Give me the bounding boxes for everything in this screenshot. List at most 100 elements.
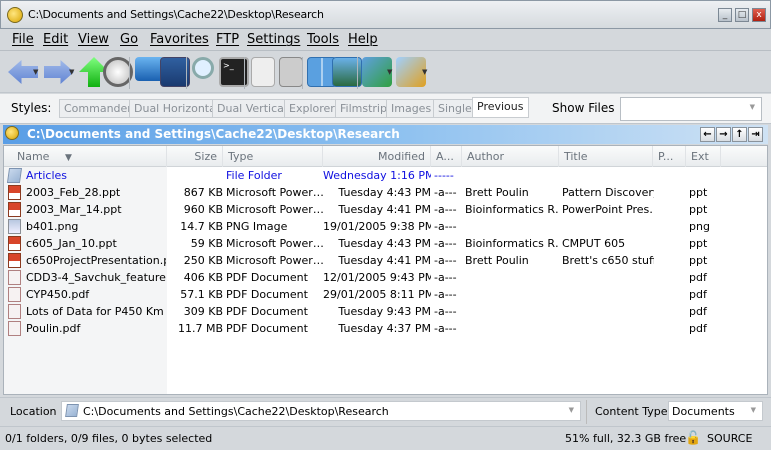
column-modified[interactable]: Modified (323, 146, 431, 167)
maximize-button[interactable]: □ (735, 8, 749, 22)
file-row[interactable]: Poulin.pdf 11.7 MB PDF Document Tuesday 4:3… (4, 320, 767, 337)
column-size[interactable]: Size (167, 146, 223, 167)
style-tab-dual-horizontal[interactable]: Dual Horizontal (129, 99, 224, 118)
status-bar: 0/1 folders, 0/9 files, 0 bytes selected… (0, 426, 771, 450)
column-header: Name ▼ Size Type Modified A... Author Ti… (4, 146, 767, 167)
chevron-down-icon[interactable]: ▼ (751, 406, 756, 414)
file-ext: png (689, 220, 710, 233)
tools-dropdown-icon[interactable]: ▼ (422, 68, 427, 76)
file-name: CYP450.pdf (26, 288, 90, 301)
file-row[interactable]: 2003_Mar_14.ppt 960 KB Microsoft Power… Tue… (4, 201, 767, 218)
file-row[interactable]: CYP450.pdf 57.1 KB PDF Document 29/01/2005 … (4, 286, 767, 303)
style-tab-dual-vertical[interactable]: Dual Vertical (212, 99, 292, 118)
style-tab-explorer[interactable]: Explorer (284, 99, 340, 118)
close-button[interactable]: x (752, 8, 766, 22)
file-size: 309 KB (183, 305, 223, 318)
column-attributes[interactable]: A... (431, 146, 462, 167)
folder-file-icon (6, 168, 23, 183)
file-type: Microsoft Power… (226, 186, 324, 199)
file-attr: -a--- (434, 322, 457, 335)
disk-status: 51% full, 32.3 GB free (565, 432, 687, 445)
file-ext: pdf (689, 271, 707, 284)
file-row[interactable]: Lots of Data for P450 Km … 309 KB PDF Docu… (4, 303, 767, 320)
column-ext[interactable]: Ext (686, 146, 721, 167)
drive-icon (5, 126, 19, 140)
file-author: Bioinformatics R… (465, 203, 559, 216)
file-title: Brett's c650 stuff (562, 254, 654, 267)
paste-icon[interactable] (279, 57, 303, 87)
file-type: Microsoft Power… (226, 237, 324, 250)
file-modified: Tuesday 4:41 PM (338, 203, 431, 216)
file-name: CDD3-4_Savchuk_feature… (26, 271, 166, 284)
sync-dropdown-icon[interactable]: ▼ (387, 68, 392, 76)
file-size: 14.7 KB (180, 220, 223, 233)
column-p[interactable]: P... (653, 146, 686, 167)
file-row[interactable]: b401.png 14.7 KB PNG Image 19/01/2005 9:38 … (4, 218, 767, 235)
file-name: Lots of Data for P450 Km … (26, 305, 166, 318)
show-files-input[interactable]: ▼ (620, 97, 762, 121)
menu-settings[interactable]: Settings (247, 32, 300, 47)
column-author[interactable]: Author (462, 146, 559, 167)
file-ext: ppt (689, 254, 708, 267)
ppt-file-icon (8, 253, 21, 268)
search-icon[interactable] (192, 57, 214, 79)
file-ext: pdf (689, 322, 707, 335)
file-modified: Tuesday 4:43 PM (338, 186, 431, 199)
file-modified: 29/01/2005 8:11 PM (323, 288, 431, 301)
content-type-select[interactable]: Documents ▼ (668, 401, 763, 421)
png-file-icon (8, 219, 21, 234)
file-row[interactable]: CDD3-4_Savchuk_feature… 406 KB PDF Documen… (4, 269, 767, 286)
column-title[interactable]: Title (559, 146, 653, 167)
menu-go[interactable]: Go (120, 32, 138, 47)
location-input[interactable]: C:\Documents and Settings\Cache22\Deskto… (61, 401, 581, 421)
file-row[interactable]: Articles File Folder Wednesday 1:16 PM ----… (4, 167, 767, 184)
back-dropdown-icon[interactable]: ▼ (33, 68, 38, 76)
menu-tools[interactable]: Tools (307, 32, 339, 47)
file-list[interactable]: Name ▼ Size Type Modified A... Author Ti… (3, 145, 768, 395)
file-title: PowerPoint Pres… (562, 203, 654, 216)
menu-favorites[interactable]: Favorites (150, 32, 209, 47)
styles-label: Styles: (11, 101, 52, 115)
file-ext: ppt (689, 237, 708, 250)
style-tab-images[interactable]: Images (386, 99, 437, 118)
file-row[interactable]: c650ProjectPresentation.ppt 250 KB Microso… (4, 252, 767, 269)
chevron-down-icon[interactable]: ▼ (750, 103, 755, 111)
lock-icon: 🔓 (685, 431, 702, 446)
file-attr: -a--- (434, 237, 457, 250)
forward-dropdown-icon[interactable]: ▼ (69, 68, 74, 76)
copy-icon[interactable] (251, 57, 275, 87)
chevron-down-icon[interactable]: ▼ (569, 406, 574, 414)
nav-end-button[interactable]: ⇥ (748, 127, 763, 142)
file-ext: ppt (689, 186, 708, 199)
ppt-file-icon (8, 185, 21, 200)
menu-ftp[interactable]: FTP (216, 32, 239, 47)
menu-edit[interactable]: Edit (43, 32, 68, 47)
nav-back-button[interactable]: ← (700, 127, 715, 142)
file-ext: ppt (689, 203, 708, 216)
style-tab-filmstrip[interactable]: Filmstrip (335, 99, 392, 118)
column-name[interactable]: Name ▼ (4, 146, 167, 167)
file-name: c605_Jan_10.ppt (26, 237, 117, 250)
file-author: Bioinformatics R… (465, 237, 559, 250)
file-size: 11.7 MB (177, 322, 223, 335)
file-row[interactable]: 2003_Feb_28.ppt 867 KB Microsoft Power… Tue… (4, 184, 767, 201)
nav-forward-button[interactable]: → (716, 127, 731, 142)
file-type: File Folder (226, 169, 282, 182)
nav-up-button[interactable]: ↑ (732, 127, 747, 142)
title-bar: C:\Documents and Settings\Cache22\Deskto… (0, 0, 771, 29)
menu-help[interactable]: Help (348, 32, 378, 47)
style-tab-commander[interactable]: Commander (59, 99, 137, 118)
minimize-button[interactable]: _ (718, 8, 732, 22)
file-modified: 12/01/2005 9:43 PM (323, 271, 431, 284)
file-row[interactable]: c605_Jan_10.ppt 59 KB Microsoft Power… Tues… (4, 235, 767, 252)
column-type[interactable]: Type (223, 146, 323, 167)
menu-file[interactable]: File (12, 32, 34, 47)
menu-view[interactable]: View (78, 32, 109, 47)
file-size: 59 KB (190, 237, 223, 250)
style-tab-previous[interactable]: Previous (472, 97, 529, 118)
style-tab-single[interactable]: Single (433, 99, 477, 118)
folder-icon (65, 404, 79, 417)
file-type: PDF Document (226, 305, 308, 318)
file-attr: -a--- (434, 271, 457, 284)
file-modified: 19/01/2005 9:38 PM (323, 220, 431, 233)
